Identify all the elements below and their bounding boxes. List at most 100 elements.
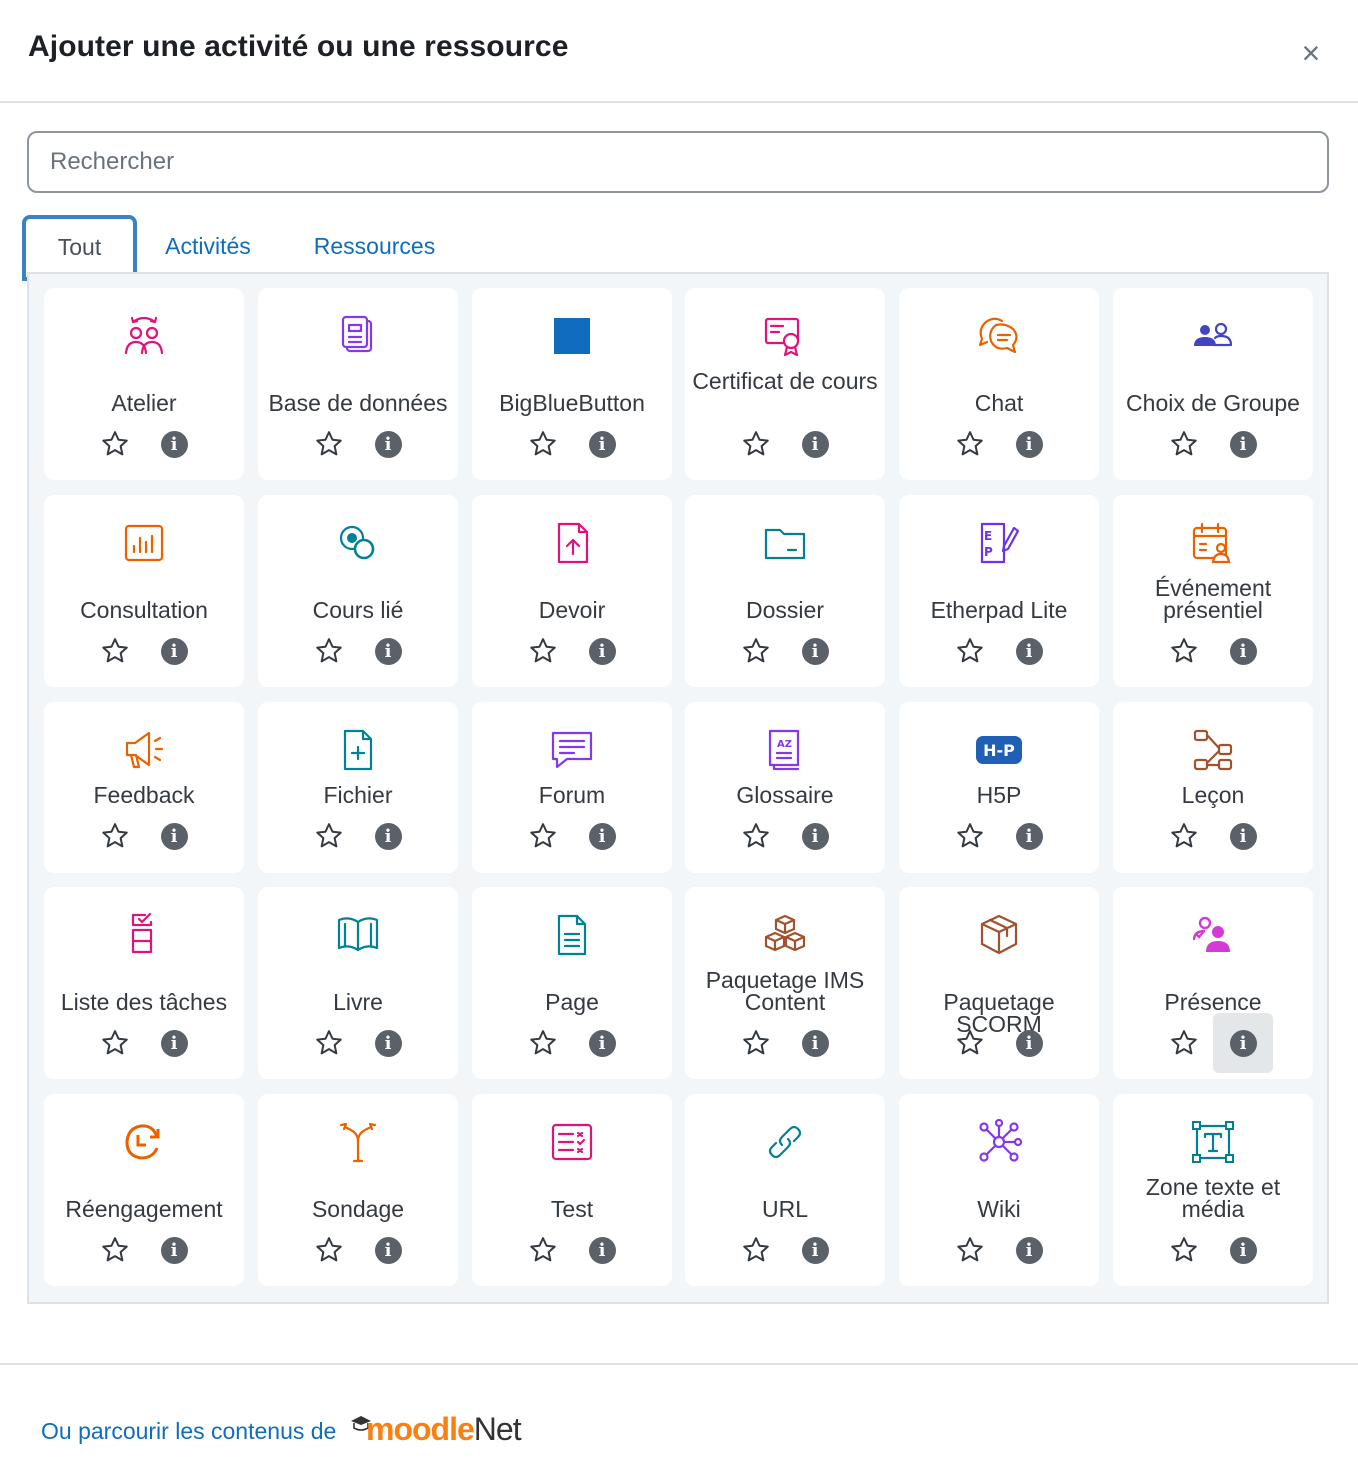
star-favourite-button[interactable] — [952, 633, 988, 669]
info-button[interactable]: i — [785, 806, 845, 866]
star-favourite-button[interactable] — [1166, 818, 1202, 854]
activity-card-workshop[interactable]: Atelier i — [44, 288, 244, 480]
activity-card-chat[interactable]: Chat i — [899, 288, 1099, 480]
activity-card-ims-package[interactable]: Paquetage IMS Content i — [685, 887, 885, 1079]
info-button[interactable]: i — [999, 414, 1059, 474]
moodlenet-link[interactable]: Ou parcourir les contenus de — [41, 1418, 336, 1445]
star-favourite-button[interactable] — [311, 633, 347, 669]
star-favourite-button[interactable] — [952, 1232, 988, 1268]
activity-card-facetoface[interactable]: Événement présentiel i — [1113, 495, 1313, 687]
tab-resources[interactable]: Ressources — [302, 215, 447, 277]
activity-card-text-media[interactable]: Zone texte et média i — [1113, 1094, 1313, 1286]
info-button[interactable]: i — [999, 806, 1059, 866]
activity-card-megaphone[interactable]: Feedback i — [44, 702, 244, 873]
star-favourite-button[interactable] — [97, 1025, 133, 1061]
moodlenet-logo[interactable]: moodle Net — [350, 1411, 522, 1447]
info-button[interactable]: i — [785, 621, 845, 681]
activity-card-file[interactable]: Fichier i — [258, 702, 458, 873]
star-favourite-button[interactable] — [1166, 1025, 1202, 1061]
star-favourite-button[interactable] — [952, 426, 988, 462]
star-favourite-button[interactable] — [525, 633, 561, 669]
activity-card-attendance[interactable]: Présence i — [1113, 887, 1313, 1079]
info-button[interactable]: i — [572, 414, 632, 474]
info-button[interactable]: i — [358, 621, 418, 681]
info-button[interactable]: i — [572, 621, 632, 681]
info-button[interactable]: i — [144, 621, 204, 681]
info-icon: i — [1015, 430, 1043, 458]
star-favourite-button[interactable] — [1166, 633, 1202, 669]
star-favourite-button[interactable] — [738, 633, 774, 669]
star-favourite-button[interactable] — [97, 1232, 133, 1268]
star-favourite-button[interactable] — [97, 818, 133, 854]
info-button[interactable]: i — [144, 806, 204, 866]
activity-card-scorm-package[interactable]: Paquetage SCORM i — [899, 887, 1099, 1079]
info-button[interactable]: i — [785, 1013, 845, 1073]
star-favourite-button[interactable] — [311, 1025, 347, 1061]
activity-card-bigbluebutton[interactable]: BigBlueButton i — [472, 288, 672, 480]
star-favourite-button[interactable] — [97, 426, 133, 462]
info-button[interactable]: i — [572, 1013, 632, 1073]
activity-card-group-choice[interactable]: Choix de Groupe i — [1113, 288, 1313, 480]
info-button[interactable]: i — [1213, 621, 1273, 681]
info-button[interactable]: i — [1213, 1013, 1273, 1073]
info-button[interactable]: i — [358, 806, 418, 866]
star-favourite-button[interactable] — [525, 1025, 561, 1061]
star-favourite-button[interactable] — [525, 818, 561, 854]
star-favourite-button[interactable] — [525, 1232, 561, 1268]
activity-card-certificate[interactable]: Certificat de cours i — [685, 288, 885, 480]
activity-card-linked-course[interactable]: Cours lié i — [258, 495, 458, 687]
activity-card-quiz[interactable]: Test i — [472, 1094, 672, 1286]
star-favourite-button[interactable] — [311, 818, 347, 854]
activity-card-book[interactable]: Livre i — [258, 887, 458, 1079]
tab-all[interactable]: Tout — [22, 215, 137, 281]
info-button[interactable]: i — [358, 414, 418, 474]
info-button[interactable]: i — [1213, 806, 1273, 866]
activity-card-page[interactable]: Page i — [472, 887, 672, 1079]
info-button[interactable]: i — [358, 1220, 418, 1280]
star-favourite-button[interactable] — [952, 1025, 988, 1061]
activity-card-checklist[interactable]: Liste des tâches i — [44, 887, 244, 1079]
star-favourite-button[interactable] — [1166, 426, 1202, 462]
star-favourite-button[interactable] — [311, 1232, 347, 1268]
info-button[interactable]: i — [144, 1220, 204, 1280]
star-favourite-button[interactable] — [738, 1232, 774, 1268]
info-button[interactable]: i — [144, 414, 204, 474]
star-favourite-button[interactable] — [1166, 1232, 1202, 1268]
info-button[interactable]: i — [1213, 1220, 1273, 1280]
activity-card-etherpad[interactable]: E P Etherpad Lite i — [899, 495, 1099, 687]
info-button[interactable]: i — [785, 1220, 845, 1280]
info-button[interactable]: i — [999, 1220, 1059, 1280]
search-input[interactable] — [27, 131, 1329, 193]
info-button[interactable]: i — [999, 1013, 1059, 1073]
star-favourite-button[interactable] — [952, 818, 988, 854]
info-icon: i — [801, 637, 829, 665]
star-favourite-button[interactable] — [738, 818, 774, 854]
star-favourite-button[interactable] — [97, 633, 133, 669]
activity-card-forum[interactable]: Forum i — [472, 702, 672, 873]
tab-activities[interactable]: Activités — [144, 215, 272, 277]
info-button[interactable]: i — [1213, 414, 1273, 474]
info-button[interactable]: i — [999, 621, 1059, 681]
info-button[interactable]: i — [144, 1013, 204, 1073]
info-button[interactable]: i — [572, 806, 632, 866]
close-button[interactable]: × — [1294, 36, 1328, 70]
activity-card-glossary[interactable]: AZ Glossaire i — [685, 702, 885, 873]
h5p-icon: H-P — [976, 736, 1022, 764]
star-favourite-button[interactable] — [525, 426, 561, 462]
info-button[interactable]: i — [358, 1013, 418, 1073]
activity-card-database[interactable]: Base de données i — [258, 288, 458, 480]
activity-card-h5p[interactable]: H-P H5P i — [899, 702, 1099, 873]
activity-card-wiki[interactable]: Wiki i — [899, 1094, 1099, 1286]
activity-card-folder[interactable]: Dossier i — [685, 495, 885, 687]
activity-card-choice[interactable]: Sondage i — [258, 1094, 458, 1286]
info-button[interactable]: i — [785, 414, 845, 474]
star-favourite-button[interactable] — [311, 426, 347, 462]
activity-card-assignment[interactable]: Devoir i — [472, 495, 672, 687]
activity-card-reengagement[interactable]: Réengagement i — [44, 1094, 244, 1286]
info-button[interactable]: i — [572, 1220, 632, 1280]
activity-card-survey[interactable]: Consultation i — [44, 495, 244, 687]
star-favourite-button[interactable] — [738, 426, 774, 462]
star-favourite-button[interactable] — [738, 1025, 774, 1061]
activity-card-lesson[interactable]: Leçon i — [1113, 702, 1313, 873]
activity-card-link[interactable]: URL i — [685, 1094, 885, 1286]
